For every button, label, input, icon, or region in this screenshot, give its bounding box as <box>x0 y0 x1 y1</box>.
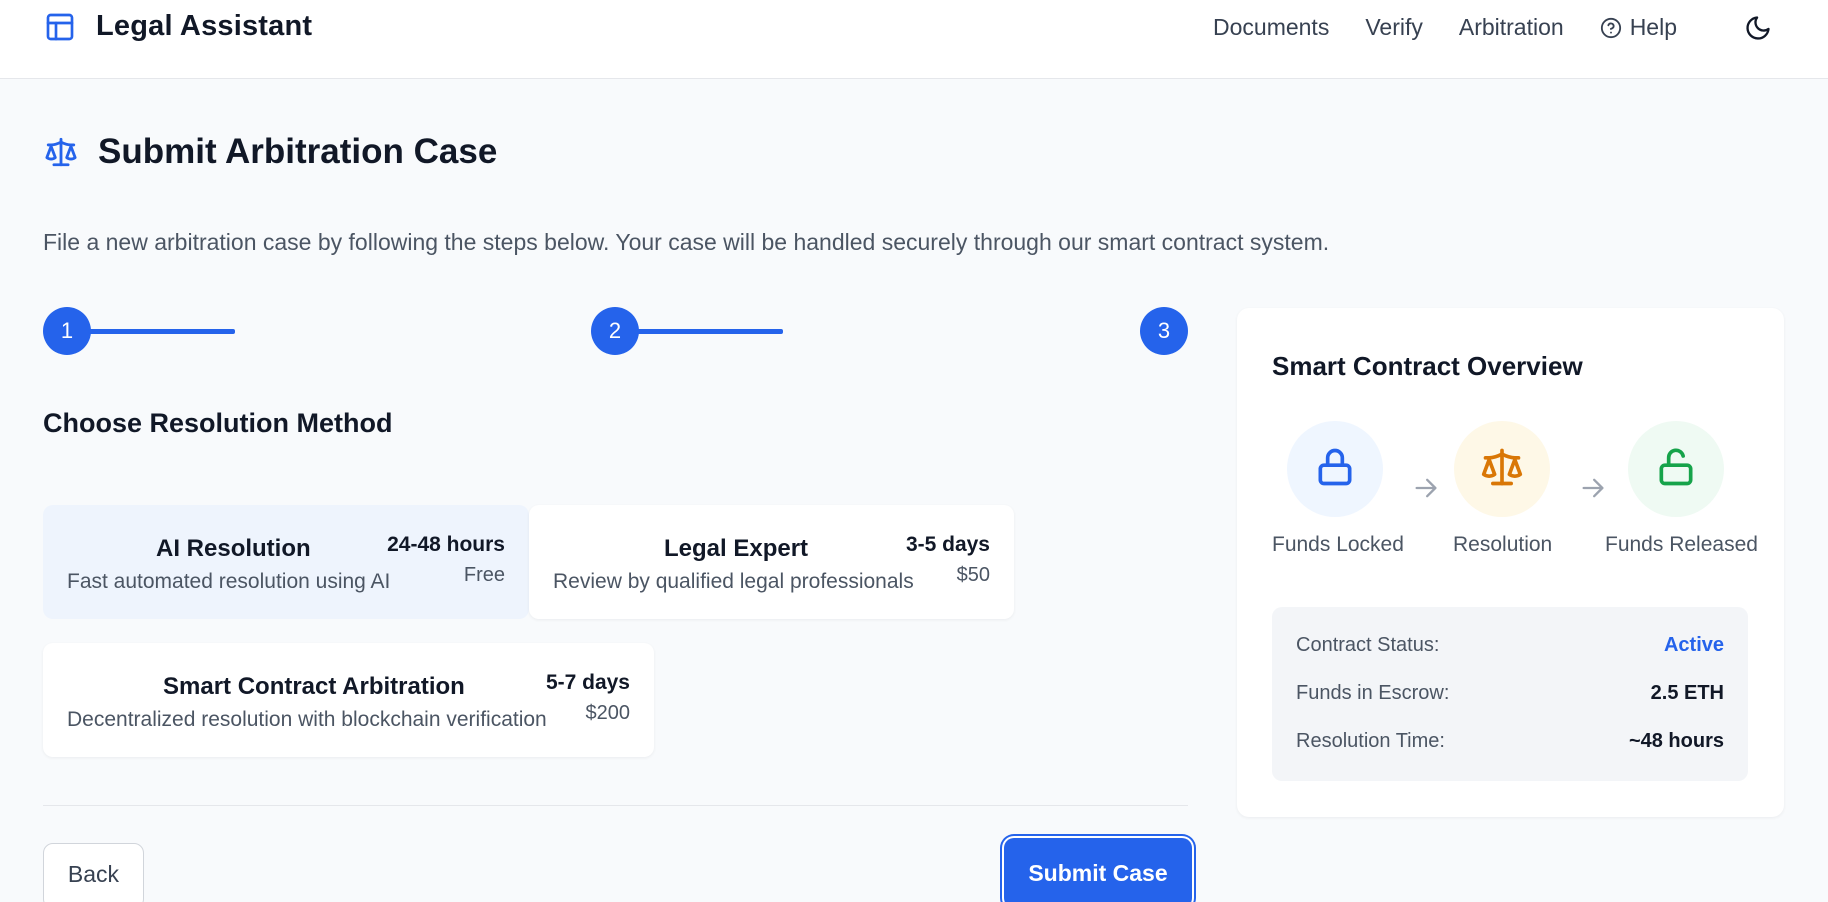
nav-arbitration[interactable]: Arbitration <box>1459 14 1564 41</box>
top-header: Legal Assistant Documents Verify Arbitra… <box>0 0 1828 79</box>
option-price: Free <box>463 564 505 586</box>
unlock-icon <box>1654 445 1698 494</box>
lock-icon <box>1313 445 1357 494</box>
status-key: Resolution Time: <box>1296 730 1445 752</box>
app-title: Legal Assistant <box>96 10 313 42</box>
option-description: Decentralized resolution with blockchain… <box>67 708 547 731</box>
brand[interactable]: Legal Assistant <box>44 10 312 43</box>
contract-status-box: Contract Status: Active Funds in Escrow:… <box>1272 607 1748 781</box>
option-ai-resolution[interactable]: AI Resolution Fast automated resolution … <box>43 505 529 619</box>
back-button[interactable]: Back <box>43 843 144 902</box>
panel-title: Smart Contract Overview <box>1272 351 1583 381</box>
status-key: Contract Status: <box>1296 634 1440 656</box>
submit-case-button[interactable]: Submit Case <box>1004 838 1192 902</box>
step-2: 2 <box>591 307 639 355</box>
status-key: Funds in Escrow: <box>1296 682 1450 704</box>
smart-contract-overview: Smart Contract Overview Funds Locked Res <box>1237 308 1784 817</box>
step-1: 1 <box>43 307 91 355</box>
option-name: Smart Contract Arbitration <box>163 673 465 700</box>
resolution-step <box>1454 421 1550 517</box>
option-smart-contract[interactable]: Smart Contract Arbitration Decentralized… <box>43 643 654 757</box>
status-row: Resolution Time: ~48 hours <box>1296 730 1724 753</box>
nav-help-label: Help <box>1629 14 1677 40</box>
option-price: $200 <box>585 702 631 724</box>
option-price: $50 <box>956 564 990 586</box>
status-value: ~48 hours <box>1628 730 1724 752</box>
question-circle-icon <box>1600 17 1622 39</box>
flow-label: Funds Locked <box>1272 533 1404 556</box>
option-description: Fast automated resolution using AI <box>67 570 391 593</box>
page-heading: Submit Arbitration Case <box>44 132 497 172</box>
funds-locked-step <box>1287 421 1383 517</box>
option-name: Legal Expert <box>664 535 809 562</box>
status-row: Funds in Escrow: 2.5 ETH <box>1296 682 1724 705</box>
funds-released-step <box>1628 421 1724 517</box>
step-connector <box>636 329 783 334</box>
divider <box>43 805 1188 806</box>
option-duration: 24-48 hours <box>387 533 505 556</box>
section-title: Choose Resolution Method <box>43 408 393 438</box>
nav-help[interactable]: Help <box>1600 14 1677 41</box>
arrow-right-icon <box>1579 474 1607 502</box>
option-legal-expert[interactable]: Legal Expert Review by qualified legal p… <box>529 505 1014 619</box>
status-value: 2.5 ETH <box>1650 682 1724 704</box>
step-connector <box>88 329 235 334</box>
main-nav: Documents Verify Arbitration Help <box>1213 14 1677 41</box>
scales-icon <box>44 135 78 169</box>
page-title: Submit Arbitration Case <box>98 132 498 171</box>
step-3: 3 <box>1140 307 1188 355</box>
option-name: AI Resolution <box>156 535 311 562</box>
option-description: Review by qualified legal professionals <box>553 570 914 593</box>
moon-icon[interactable] <box>1744 14 1772 42</box>
status-value: Active <box>1663 634 1724 656</box>
option-duration: 3-5 days <box>905 533 990 556</box>
nav-verify[interactable]: Verify <box>1365 14 1423 41</box>
page-subtitle: File a new arbitration case by following… <box>43 229 1330 255</box>
flow-label: Funds Released <box>1605 533 1758 556</box>
scales-icon <box>1480 445 1524 494</box>
status-row: Contract Status: Active <box>1296 634 1724 657</box>
arrow-right-icon <box>1412 474 1440 502</box>
layout-icon <box>44 11 76 43</box>
flow-label: Resolution <box>1453 533 1553 556</box>
nav-documents[interactable]: Documents <box>1213 14 1329 41</box>
option-duration: 5-7 days <box>545 671 630 694</box>
